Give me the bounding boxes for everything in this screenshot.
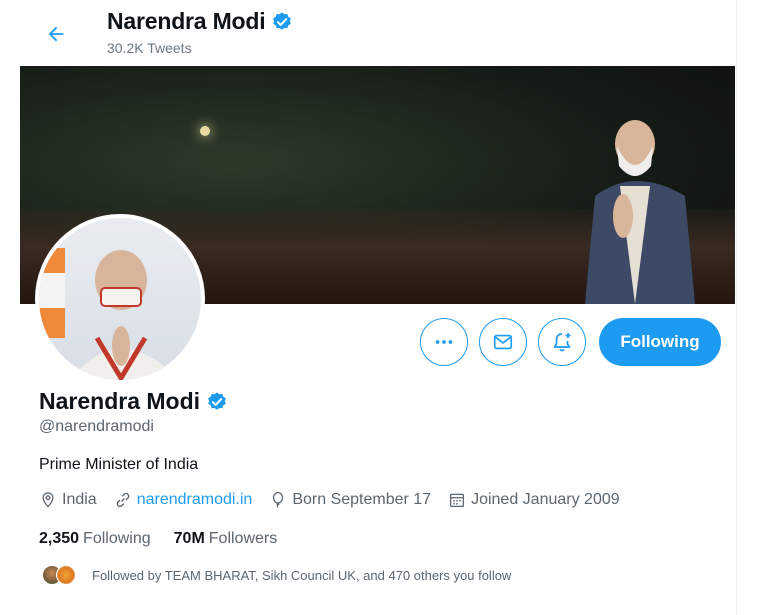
joined-text: Joined January 2009 [471,491,620,508]
follower-avatar [56,565,76,585]
followers-count: 70M [173,530,205,547]
profile-header: Narendra Modi 30.2K Tweets [0,0,768,66]
location-text: India [62,491,97,508]
profile-name: Narendra Modi [39,388,228,415]
location: India [39,491,97,509]
more-icon [435,340,453,344]
link-icon [116,492,130,508]
followers-stat[interactable]: 70M Followers [174,530,278,548]
avatar-photo [39,248,179,380]
header-title: Narendra Modi [107,8,293,35]
follow-stats: 2,350 Following 70M Followers [39,530,300,548]
follower-avatars [42,565,76,585]
balloon-icon [273,491,284,508]
website[interactable]: narendramodi.in [114,491,253,509]
banner-figure [585,120,695,304]
followed-by-text: Followed by TEAM BHARAT, Sikh Council UK… [92,567,512,583]
followers-label: Followers [208,530,278,547]
right-panel-edge [736,0,768,615]
mail-icon [493,334,513,350]
header-name-text: Narendra Modi [107,8,266,34]
followed-by[interactable]: Followed by TEAM BHARAT, Sikh Council UK… [42,565,511,585]
profile-meta: India narendramodi.in Born September 17 … [39,491,637,509]
joined-date: Joined January 2009 [448,491,620,509]
location-pin-icon [42,492,54,508]
following-count: 2,350 [39,530,80,547]
profile-actions: Following [420,318,721,366]
profile-name-text: Narendra Modi [39,388,201,414]
birthday-text: Born September 17 [292,491,432,508]
following-button[interactable]: Following [599,318,721,366]
birthday: Born September 17 [269,491,431,509]
message-button[interactable] [479,318,527,366]
verified-badge-icon [208,391,226,410]
back-button[interactable] [40,18,72,50]
tweet-count: 30.2K Tweets [107,40,192,56]
banner-light [200,126,210,136]
profile-handle: @narendramodi [39,418,154,435]
website-link[interactable]: narendramodi.in [137,491,253,509]
profile-avatar[interactable] [35,214,205,384]
avatar-image [39,218,201,380]
bell-plus-icon [553,333,571,352]
more-button[interactable] [420,318,468,366]
following-stat[interactable]: 2,350 Following [39,530,151,548]
verified-badge-icon [273,11,292,30]
following-label: Following [83,530,151,547]
notifications-button[interactable] [538,318,586,366]
profile-bio: Prime Minister of India [39,456,199,473]
calendar-icon [450,493,465,508]
back-arrow-icon [48,26,64,42]
